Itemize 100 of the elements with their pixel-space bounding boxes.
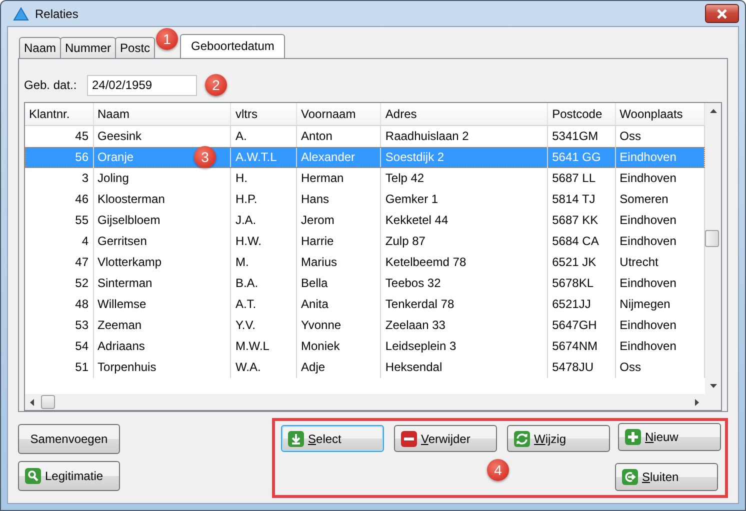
table-cell: 6521JJ xyxy=(548,294,616,315)
table-cell: A.W.T.L xyxy=(231,146,298,168)
column-header[interactable]: Voornaam xyxy=(297,102,382,125)
table-cell: Hans xyxy=(297,188,382,210)
table-cell: Kloosterman xyxy=(94,188,232,210)
table-cell: Moniek xyxy=(297,336,382,357)
table-cell: 4 xyxy=(25,230,94,252)
up-arrow-icon xyxy=(710,108,716,113)
table-cell: M. xyxy=(231,252,298,273)
table-cell: Gemker 1 xyxy=(381,188,548,210)
refresh-icon xyxy=(514,430,530,446)
table-cell: A.T. xyxy=(231,294,298,315)
table-cell: Gijselbloem xyxy=(94,210,232,231)
date-field[interactable]: 24/02/1959 xyxy=(87,74,197,96)
table-cell: Torpenhuis xyxy=(94,356,232,378)
table-cell: Tenkerdal 78 xyxy=(381,294,548,315)
table-cell: Heksendal xyxy=(381,356,548,378)
table-cell: Yvonne xyxy=(297,314,382,336)
table-cell: 5647GH xyxy=(548,314,616,336)
table-cell: 5674NM xyxy=(548,336,616,357)
close-icon xyxy=(716,8,728,18)
table-cell: 53 xyxy=(25,314,94,336)
table-cell: H.W. xyxy=(231,230,298,252)
table-cell: Zeelaan 33 xyxy=(381,314,548,336)
table-cell: 5678KL xyxy=(548,272,616,294)
action-button[interactable]: Sluiten xyxy=(615,463,718,491)
tab[interactable]: Postc xyxy=(115,37,156,58)
table-cell: Bella xyxy=(297,272,382,294)
table-cell: 55 xyxy=(25,210,94,231)
action-button[interactable]: Samenvoegen xyxy=(18,424,120,454)
action-button[interactable]: Nieuw xyxy=(618,423,721,451)
left-arrow-icon xyxy=(30,398,34,406)
table-cell: Joling xyxy=(94,168,232,189)
search-icon xyxy=(25,468,41,484)
table-cell: H. xyxy=(231,168,298,189)
column-header[interactable]: Klantnr. xyxy=(25,102,94,125)
table-cell: Vlotterkamp xyxy=(94,252,232,273)
vertical-scrollbar[interactable] xyxy=(705,102,721,394)
window-title: Relaties xyxy=(35,6,78,20)
exit-icon xyxy=(622,469,638,485)
table-cell: J.A. xyxy=(231,210,298,231)
download-icon xyxy=(288,430,304,446)
column-header[interactable]: Adres xyxy=(381,102,548,125)
table-cell: Harrie xyxy=(297,230,382,252)
table-cell: Leidseplein 3 xyxy=(381,336,548,357)
scroll-thumb[interactable] xyxy=(705,230,719,247)
plus-icon xyxy=(625,429,641,445)
triangle-icon xyxy=(13,6,29,20)
tab[interactable]: Geboortedatum xyxy=(180,34,286,58)
scroll-thumb[interactable] xyxy=(41,395,55,409)
table-cell: Adriaans xyxy=(94,336,232,357)
action-button[interactable]: Wijzig xyxy=(507,425,610,452)
close-button[interactable] xyxy=(705,4,739,23)
callout-badge: 1 xyxy=(156,28,178,50)
column-header[interactable]: Naam xyxy=(94,102,232,125)
tab[interactable]: Nummer xyxy=(60,37,116,58)
table-cell: Sinterman xyxy=(94,272,232,294)
table-cell: 5814 TJ xyxy=(548,188,616,210)
table-cell: Kekketel 44 xyxy=(381,210,548,231)
table-cell: 46 xyxy=(25,188,94,210)
table-cell: Anita xyxy=(297,294,382,315)
table-cell: 6521 JK xyxy=(548,252,616,273)
table-cell: 5641 GG xyxy=(548,146,616,168)
table-cell: 5687 LL xyxy=(548,168,616,189)
column-header[interactable]: vltrs xyxy=(231,102,298,125)
table-cell: Gerritsen xyxy=(94,230,232,252)
table-cell: 52 xyxy=(25,272,94,294)
table-cell: Ketelbeemd 78 xyxy=(381,252,548,273)
table-cell: B.A. xyxy=(231,272,298,294)
table-cell: 56 xyxy=(25,146,94,168)
tab[interactable]: Naam xyxy=(19,37,62,58)
table-cell: 5687 KK xyxy=(548,210,616,231)
minus-icon xyxy=(401,430,417,446)
table-cell: 51 xyxy=(25,356,94,378)
column-header[interactable]: Postcode xyxy=(548,102,616,125)
table-cell: Zulp 87 xyxy=(381,230,548,252)
table-cell: Telp 42 xyxy=(381,168,548,189)
field-label: Geb. dat.: xyxy=(24,78,78,92)
table-cell: W.A. xyxy=(231,356,298,378)
callout-badge: 3 xyxy=(194,146,216,168)
table-cell: Alexander xyxy=(297,146,382,168)
table-cell: Teebos 32 xyxy=(381,272,548,294)
table-cell: Zeeman xyxy=(94,314,232,336)
table-cell: 3 xyxy=(25,168,94,189)
callout-badge: 4 xyxy=(487,459,509,481)
table-cell: Marius xyxy=(297,252,382,273)
action-button[interactable]: Legitimatie xyxy=(18,461,120,491)
table-cell: Adje xyxy=(297,356,382,378)
down-arrow-icon xyxy=(710,384,716,388)
table-cell: Jerom xyxy=(297,210,382,231)
table-cell: Soestdijk 2 xyxy=(381,146,548,168)
action-button[interactable]: Select xyxy=(281,425,384,452)
table-cell: H.P. xyxy=(231,188,298,210)
table-cell: Y.V. xyxy=(231,314,298,336)
table-cell: Herman xyxy=(297,168,382,189)
table-cell: 54 xyxy=(25,336,94,357)
table-cell: M.W.L xyxy=(231,336,298,357)
table-cell: Willemse xyxy=(94,294,232,315)
table-cell: 47 xyxy=(25,252,94,273)
action-button[interactable]: Verwijder xyxy=(394,425,497,452)
